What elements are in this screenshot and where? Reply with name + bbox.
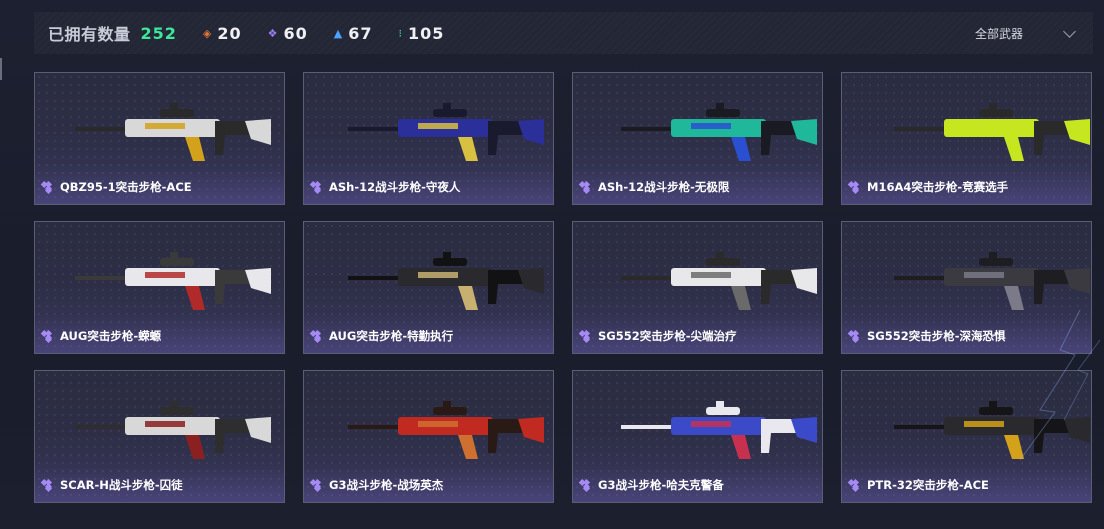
weapon-image [621, 401, 817, 459]
weapon-card[interactable]: M16A4突击步枪-竞赛选手 [841, 72, 1092, 205]
weapon-image [894, 401, 1090, 459]
weapon-card[interactable]: SCAR-H战斗步枪-囚徒 [34, 370, 285, 503]
stat-value: 105 [408, 23, 445, 43]
weapon-image [75, 401, 271, 459]
stat-value: 67 [348, 23, 373, 43]
weapon-card[interactable]: AUG突击步枪-蝾螈 [34, 221, 285, 354]
purple-rarity-icon [312, 182, 323, 193]
weapon-image [348, 401, 544, 459]
weapon-name: G3战斗步枪-战场英杰 [329, 478, 444, 492]
weapon-card[interactable]: SG552突击步枪-尖端治疗 [572, 221, 823, 354]
weapon-card-label: SG552突击步枪-深海恐惧 [850, 328, 1006, 344]
purple-diamond-icon: ❖ [267, 26, 278, 40]
weapon-card[interactable]: AUG突击步枪-特勤执行 [303, 221, 554, 354]
weapon-card-label: M16A4突击步枪-竞赛选手 [850, 179, 1008, 195]
weapon-card[interactable]: G3战斗步枪-战场英杰 [303, 370, 554, 503]
filter-label: 全部武器 [974, 26, 1023, 41]
purple-rarity-icon [581, 331, 592, 342]
weapon-image [894, 252, 1090, 310]
weapon-card[interactable]: G3战斗步枪-哈夫克警备 [572, 370, 823, 503]
purple-rarity-icon [43, 182, 54, 193]
weapon-name: SCAR-H战斗步枪-囚徒 [60, 478, 183, 492]
weapon-image [75, 103, 271, 161]
weapon-card-label: G3战斗步枪-哈夫克警备 [581, 477, 724, 493]
side-marker [0, 58, 3, 80]
weapon-name: M16A4突击步枪-竞赛选手 [867, 180, 1009, 194]
weapon-card[interactable]: ASh-12战斗步枪-守夜人 [303, 72, 554, 205]
weapon-card-label: AUG突击步枪-蝾螈 [43, 328, 161, 344]
weapon-image [348, 252, 544, 310]
purple-rarity-icon [312, 331, 323, 342]
stat-orange-rarity: ◈ 20 [203, 24, 242, 43]
purple-rarity-icon [581, 182, 592, 193]
weapon-name: ASh-12战斗步枪-守夜人 [329, 180, 461, 194]
weapon-image [348, 103, 544, 161]
weapon-name: PTR-32突击步枪-ACE [867, 478, 989, 492]
weapon-name: QBZ95-1突击步枪-ACE [60, 180, 192, 194]
stat-green-rarity: ⁝ 105 [399, 24, 445, 43]
purple-rarity-icon [43, 480, 54, 491]
weapon-name: ASh-12战斗步枪-无极限 [598, 180, 730, 194]
owned-label: 已拥有数量 [48, 25, 131, 44]
weapon-image [621, 103, 817, 161]
owned-count: 252 [140, 23, 177, 43]
weapon-name: G3战斗步枪-哈夫克警备 [598, 478, 724, 492]
weapon-card-label: AUG突击步枪-特勤执行 [312, 328, 453, 344]
weapon-image [894, 103, 1090, 161]
weapon-name: AUG突击步枪-蝾螈 [60, 329, 162, 343]
chevron-down-icon [1063, 27, 1075, 39]
weapon-card-label: SCAR-H战斗步枪-囚徒 [43, 477, 183, 493]
weapon-filter-dropdown[interactable]: 全部武器 [975, 12, 1093, 54]
stat-purple-rarity: ❖ 60 [268, 24, 308, 43]
weapon-card-label: G3战斗步枪-战场英杰 [312, 477, 443, 493]
weapon-card-label: ASh-12战斗步枪-无极限 [581, 179, 729, 195]
stat-value: 20 [217, 23, 242, 43]
weapon-card-label: SG552突击步枪-尖端治疗 [581, 328, 737, 344]
collection-screen: 已拥有数量 252 ◈ 20 ❖ 60 ▲ 67 ⁝ 105 全部武器 QBZ9… [0, 0, 1104, 529]
weapon-card[interactable]: SG552突击步枪-深海恐惧 [841, 221, 1092, 354]
purple-rarity-icon [43, 331, 54, 342]
purple-rarity-icon [312, 480, 323, 491]
weapon-grid: QBZ95-1突击步枪-ACE ASh-12战斗步枪-守夜人 ASh-12战斗步枪-… [34, 72, 1092, 503]
purple-rarity-icon [850, 480, 861, 491]
weapon-card[interactable]: QBZ95-1突击步枪-ACE [34, 72, 285, 205]
collection-header: 已拥有数量 252 ◈ 20 ❖ 60 ▲ 67 ⁝ 105 全部武器 [34, 12, 1093, 54]
weapon-card[interactable]: ASh-12战斗步枪-无极限 [572, 72, 823, 205]
weapon-name: AUG突击步枪-特勤执行 [329, 329, 454, 343]
weapon-card-label: ASh-12战斗步枪-守夜人 [312, 179, 460, 195]
orange-diamond-icon: ◈ [202, 26, 212, 40]
purple-rarity-icon [850, 182, 861, 193]
weapon-card[interactable]: PTR-32突击步枪-ACE [841, 370, 1092, 503]
weapon-name: SG552突击步枪-尖端治疗 [598, 329, 737, 343]
stat-value: 60 [283, 23, 308, 43]
weapon-image [621, 252, 817, 310]
green-dots-icon: ⁝ [398, 26, 403, 40]
weapon-image [75, 252, 271, 310]
purple-rarity-icon [850, 331, 861, 342]
purple-rarity-icon [581, 480, 592, 491]
stat-blue-rarity: ▲ 67 [334, 24, 373, 43]
weapon-card-label: QBZ95-1突击步枪-ACE [43, 179, 192, 195]
weapon-name: SG552突击步枪-深海恐惧 [867, 329, 1006, 343]
blue-chevron-icon: ▲ [333, 26, 343, 40]
weapon-card-label: PTR-32突击步枪-ACE [850, 477, 989, 493]
